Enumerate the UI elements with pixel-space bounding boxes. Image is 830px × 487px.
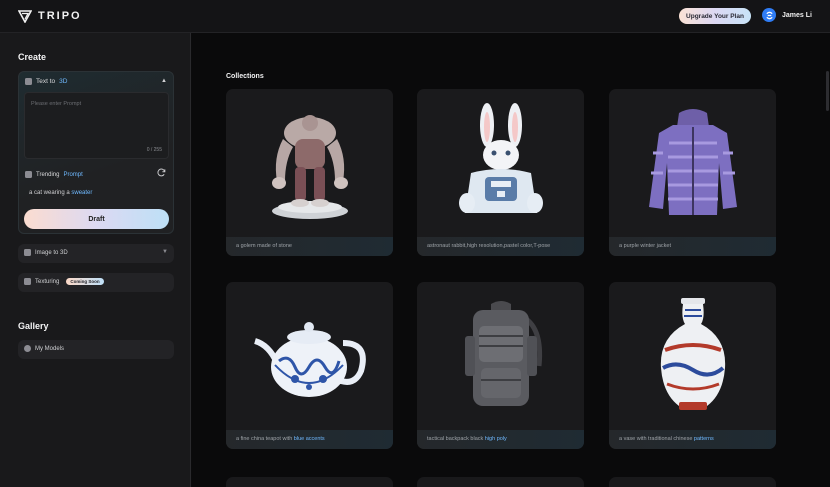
top-bar: TRIPO Upgrade Your Plan James Li	[0, 0, 830, 33]
caption-accent: patterns	[693, 436, 714, 442]
sidebar: Create Text to 3D ▲ Please enter Prompt …	[0, 33, 191, 487]
user-logo-icon	[765, 11, 773, 19]
user-name: James Li	[782, 11, 812, 19]
collection-caption: a purple winter jacket	[609, 237, 776, 256]
tripo-logo-icon	[18, 10, 32, 23]
suggested-prompt-text: a cat wearing a	[29, 190, 70, 196]
teapot-model-icon	[226, 282, 393, 430]
refresh-icon[interactable]	[157, 168, 166, 177]
trending-icon	[25, 171, 32, 178]
collection-caption: a fine china teapot with blue accents	[226, 430, 393, 449]
text-to-3d-panel: Text to 3D ▲ Please enter Prompt 0 / 255…	[18, 71, 174, 234]
jacket-model-icon	[609, 89, 776, 237]
caption-text: tactical backpack black	[427, 436, 484, 442]
golem-model-icon	[226, 89, 393, 237]
image-to-3d-row: Image to 3D	[24, 249, 68, 256]
collection-card-backpack[interactable]: tactical backpack black high poly	[417, 282, 584, 449]
rabbit-model-icon	[417, 89, 584, 237]
caption-text: a vase with traditional chinese	[619, 436, 693, 442]
collection-card-jacket[interactable]: a purple winter jacket	[609, 89, 776, 256]
image-to-3d-panel[interactable]: Image to 3D ▼	[18, 244, 174, 263]
suggested-prompt-accent: sweater	[71, 190, 93, 196]
trending-accent: Prompt	[63, 171, 83, 178]
models-icon	[24, 345, 31, 352]
prompt-placeholder: Please enter Prompt	[31, 101, 82, 107]
backpack-model-icon	[417, 282, 584, 430]
scrollbar[interactable]	[826, 71, 829, 111]
collection-caption: tactical backpack black high poly	[417, 430, 584, 449]
collection-caption: a vase with traditional chinese patterns	[609, 430, 776, 449]
trending-prompt: Trending Prompt	[25, 171, 83, 178]
texturing-row: Texturing Coming Soon	[24, 278, 104, 285]
text-to-3d-label: Text to	[36, 78, 56, 85]
suggested-prompt[interactable]: a cat wearing a sweater	[29, 190, 92, 196]
collection-caption: astronaut rabbit,high resolution,pastel …	[417, 237, 584, 256]
text-icon	[25, 78, 32, 85]
prompt-input[interactable]: Please enter Prompt 0 / 255	[24, 92, 169, 159]
texturing-icon	[24, 278, 31, 285]
char-counter: 0 / 255	[146, 147, 162, 153]
texturing-panel[interactable]: Texturing Coming Soon	[18, 273, 174, 292]
create-title: Create	[18, 52, 47, 62]
chevron-down-icon: ▼	[162, 249, 168, 255]
collection-card-partial[interactable]	[417, 477, 584, 487]
chevron-up-icon[interactable]: ▲	[161, 78, 167, 84]
text-to-3d-accent: 3D	[59, 78, 68, 85]
coming-soon-badge: Coming Soon	[66, 278, 104, 285]
my-models-button[interactable]: My Models	[18, 340, 174, 359]
logo-text: TRIPO	[38, 10, 82, 22]
caption-accent: blue accents	[293, 436, 325, 442]
collection-card-partial[interactable]	[609, 477, 776, 487]
text-to-3d-header[interactable]: Text to 3D	[25, 78, 67, 85]
app-root: TRIPO Upgrade Your Plan James Li Create …	[0, 0, 830, 487]
texturing-label: Texturing	[35, 278, 60, 285]
gallery-title: Gallery	[18, 321, 49, 331]
trending-label: Trending	[36, 171, 60, 178]
collections-title: Collections	[226, 73, 264, 80]
caption-accent: high poly	[484, 436, 507, 442]
upgrade-plan-button[interactable]: Upgrade Your Plan	[679, 8, 751, 24]
collection-caption: a golem made of stone	[226, 237, 393, 256]
logo[interactable]: TRIPO	[18, 9, 82, 23]
draft-button[interactable]: Draft	[24, 209, 169, 229]
my-models-row: My Models	[24, 345, 64, 352]
caption-text: a fine china teapot with	[236, 436, 293, 442]
collection-card-vase[interactable]: a vase with traditional chinese patterns	[609, 282, 776, 449]
image-to-3d-label: Image to 3D	[35, 249, 68, 256]
avatar	[762, 8, 776, 22]
vase-model-icon	[609, 282, 776, 430]
collection-card-rabbit[interactable]: astronaut rabbit,high resolution,pastel …	[417, 89, 584, 256]
main-content: Collections a golem made of stone astron…	[192, 33, 830, 487]
user-menu[interactable]: James Li	[762, 8, 812, 22]
collection-card-partial[interactable]	[226, 477, 393, 487]
image-icon	[24, 249, 31, 256]
my-models-label: My Models	[35, 345, 65, 352]
collection-card-teapot[interactable]: a fine china teapot with blue accents	[226, 282, 393, 449]
collection-card-golem[interactable]: a golem made of stone	[226, 89, 393, 256]
